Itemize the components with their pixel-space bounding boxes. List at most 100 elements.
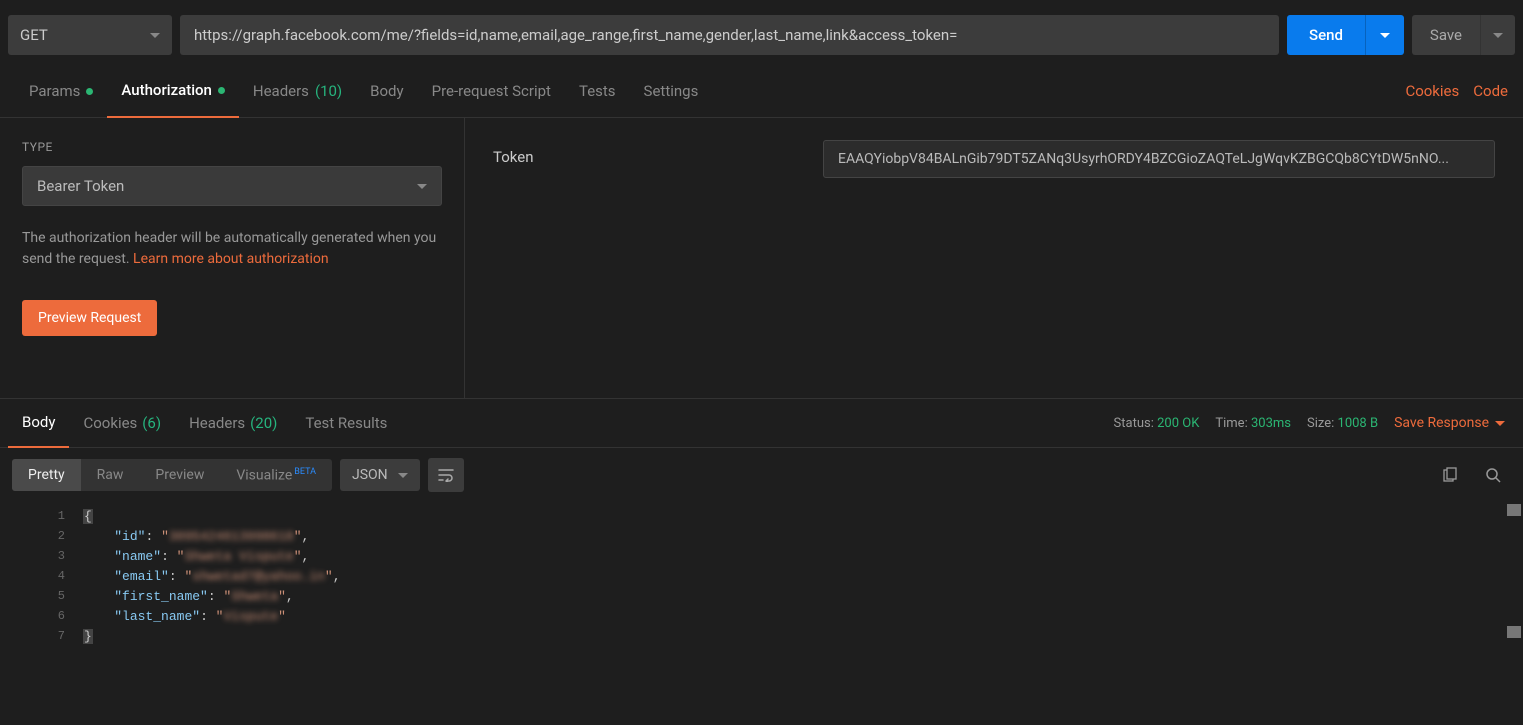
json-value-redacted: Shweta Vispute <box>184 549 293 564</box>
line-number: 6 <box>0 609 83 623</box>
wrap-icon <box>438 468 454 482</box>
send-button-label: Send <box>1309 26 1343 44</box>
authorization-right-column: Token EAAQYiobpV84BALnGib79DT5ZANq3Usyrh… <box>465 118 1523 398</box>
send-dropdown-button[interactable] <box>1365 15 1404 55</box>
visualize-label: Visualize <box>236 467 292 483</box>
tab-headers[interactable]: Headers (10) <box>239 65 356 117</box>
request-bar: GET https://graph.facebook.com/me/?field… <box>0 0 1523 65</box>
chevron-down-icon <box>417 184 427 189</box>
scroll-minimap-marker <box>1507 626 1521 638</box>
http-method-select[interactable]: GET <box>8 15 172 55</box>
save-response-button[interactable]: Save Response <box>1394 415 1505 431</box>
response-body-editor[interactable]: 1 { 2 "id": "3095424613998618", 3 "name"… <box>0 502 1523 650</box>
view-visualize[interactable]: VisualizeBETA <box>220 459 332 492</box>
json-key: last_name <box>122 609 192 624</box>
json-key: id <box>122 529 138 544</box>
cookies-link[interactable]: Cookies <box>1405 82 1459 100</box>
url-input[interactable]: https://graph.facebook.com/me/?fields=id… <box>180 15 1279 55</box>
code-line: 1 { <box>0 506 1523 526</box>
json-key: name <box>122 549 153 564</box>
rtab-cookies[interactable]: Cookies (6) <box>69 399 175 447</box>
view-mode-segment: Pretty Raw Preview VisualizeBETA <box>12 459 332 492</box>
token-value: EAAQYiobpV84BALnGib79DT5ZANq3UsyrhORDY4B… <box>838 151 1449 167</box>
preview-request-button[interactable]: Preview Request <box>22 300 157 336</box>
send-button[interactable]: Send <box>1287 15 1365 55</box>
rtab-headers[interactable]: Headers (20) <box>175 399 291 447</box>
code-line: 4 "email": "shwetad7@yahoo.in", <box>0 566 1523 586</box>
rtab-count: (20) <box>250 414 277 432</box>
authorization-left-column: TYPE Bearer Token The authorization head… <box>0 118 465 398</box>
tab-tests[interactable]: Tests <box>565 65 630 117</box>
token-input[interactable]: EAAQYiobpV84BALnGib79DT5ZANq3UsyrhORDY4B… <box>823 140 1495 178</box>
view-raw[interactable]: Raw <box>81 459 140 492</box>
view-pretty[interactable]: Pretty <box>12 459 81 492</box>
tab-label: Body <box>370 82 403 100</box>
auth-type-value: Bearer Token <box>37 177 124 195</box>
body-format-select[interactable]: JSON <box>340 459 420 491</box>
preview-request-label: Preview Request <box>38 310 141 326</box>
beta-badge: BETA <box>294 467 316 477</box>
save-button[interactable]: Save <box>1412 15 1480 55</box>
scroll-minimap-marker <box>1507 504 1521 516</box>
line-number: 4 <box>0 569 83 583</box>
code-line: 5 "first_name": "Shweta", <box>0 586 1523 606</box>
code-line: 6 "last_name": "Vispute" <box>0 606 1523 626</box>
line-number: 1 <box>0 509 83 523</box>
tab-label: Settings <box>644 82 699 100</box>
json-key: email <box>122 569 161 584</box>
tab-prerequest[interactable]: Pre-request Script <box>418 65 565 117</box>
line-number: 2 <box>0 529 83 543</box>
auth-type-select[interactable]: Bearer Token <box>22 166 442 206</box>
chevron-down-icon <box>1493 33 1503 38</box>
request-tabs: Params Authorization Headers (10) Body P… <box>0 65 1523 118</box>
json-value-redacted: Shweta <box>231 589 278 604</box>
tab-label: Pre-request Script <box>432 82 551 100</box>
url-value: https://graph.facebook.com/me/?fields=id… <box>194 26 957 44</box>
rtab-label: Headers <box>189 414 245 432</box>
copy-button[interactable] <box>1431 458 1467 492</box>
chevron-down-icon <box>398 473 408 478</box>
label: Time: <box>1215 416 1247 431</box>
active-dot-icon <box>218 87 225 94</box>
wrap-lines-button[interactable] <box>428 458 464 492</box>
save-response-label: Save Response <box>1394 415 1489 431</box>
learn-more-link[interactable]: Learn more about authorization <box>133 251 329 267</box>
save-dropdown-button[interactable] <box>1480 15 1515 55</box>
tab-count: (10) <box>315 82 342 100</box>
http-method-value: GET <box>20 26 48 44</box>
rtab-label: Body <box>22 413 55 431</box>
tab-body[interactable]: Body <box>356 65 417 117</box>
line-number: 7 <box>0 629 83 643</box>
size-value: 1008 B <box>1338 416 1379 431</box>
size-label: Size: 1008 B <box>1307 416 1378 431</box>
copy-icon <box>1441 467 1457 483</box>
tab-settings[interactable]: Settings <box>630 65 713 117</box>
active-dot-icon <box>86 88 93 95</box>
token-label: Token <box>493 140 793 376</box>
label: Size: <box>1307 416 1334 431</box>
view-preview[interactable]: Preview <box>139 459 220 492</box>
line-number: 5 <box>0 589 83 603</box>
tab-authorization[interactable]: Authorization <box>107 64 238 118</box>
rtab-body[interactable]: Body <box>8 398 69 448</box>
status-label: Status: 200 OK <box>1114 416 1200 431</box>
send-button-group: Send <box>1287 15 1404 55</box>
time-value: 303ms <box>1251 416 1291 431</box>
tab-label: Headers <box>253 82 309 100</box>
body-format-value: JSON <box>352 467 388 483</box>
save-button-label: Save <box>1430 26 1462 44</box>
line-number: 3 <box>0 549 83 563</box>
json-key: first_name <box>122 589 200 604</box>
authorization-panel: TYPE Bearer Token The authorization head… <box>0 118 1523 399</box>
tab-params[interactable]: Params <box>15 65 107 117</box>
tab-label: Authorization <box>121 81 211 99</box>
request-right-links: Cookies Code <box>1405 82 1508 100</box>
code-link[interactable]: Code <box>1473 82 1508 100</box>
time-label: Time: 303ms <box>1215 416 1291 431</box>
tab-label: Params <box>29 82 80 100</box>
code-line: 3 "name": "Shweta Vispute", <box>0 546 1523 566</box>
json-value-redacted: shwetad7@yahoo.in <box>192 569 325 584</box>
search-button[interactable] <box>1475 458 1511 492</box>
rtab-test-results[interactable]: Test Results <box>291 399 401 447</box>
label: Status: <box>1114 416 1154 431</box>
